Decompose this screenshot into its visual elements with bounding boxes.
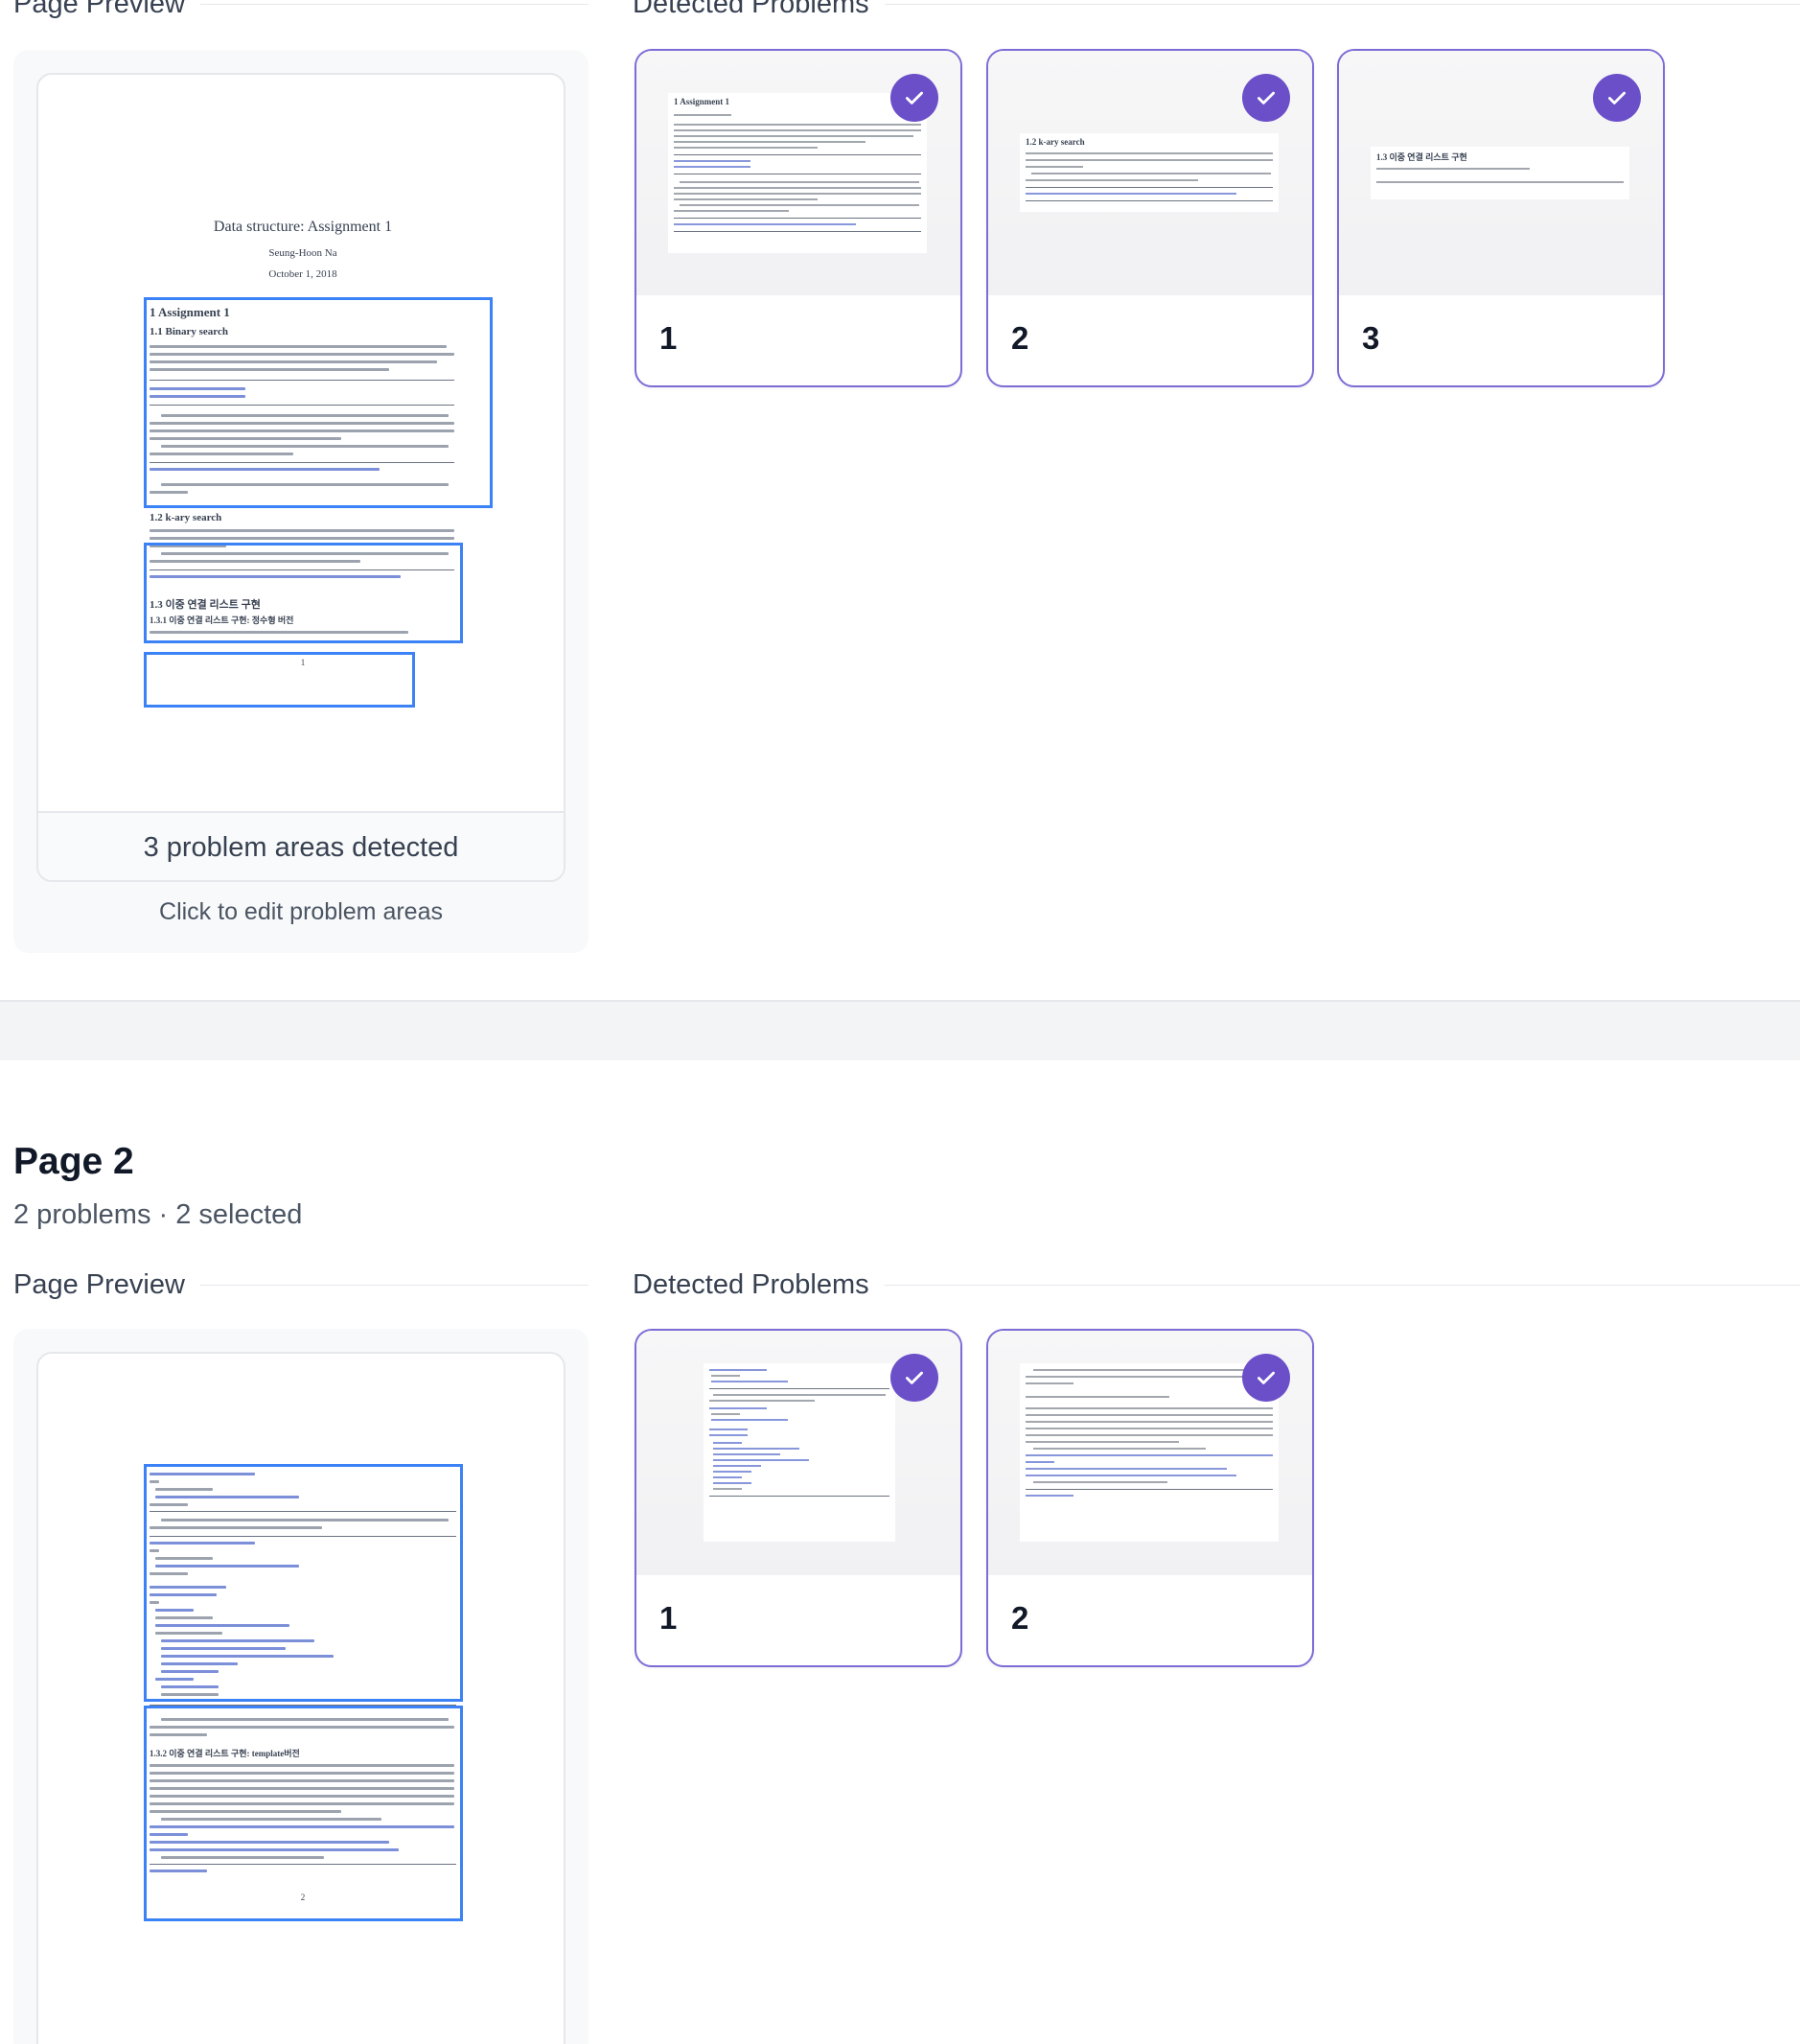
selected-check-icon[interactable] [1242,1354,1290,1402]
doc-title: Data structure: Assignment 1 [213,219,393,235]
problem-count-text: 3 problem areas detected [143,831,459,863]
detected-problems-header: Detected Problems [633,1269,1800,1301]
problem-thumbnail [1020,1363,1279,1542]
page-preview-panel: Data structure: Assignment 1 Seung-Hoon … [13,50,588,953]
page-problem-summary: 2 problems · 2 selected [13,1199,303,1230]
problem-number: 1 [659,320,678,356]
page-preview-header: Page Preview [13,1269,588,1301]
thumb-heading: 1.3 이중 연결 리스트 구현 [1376,152,1467,162]
problem-area-highlight-2[interactable] [144,543,463,643]
problem-card-2[interactable]: 1.2 k-ary search 2 [986,49,1314,387]
problem-card-1[interactable]: 1 Assignment 1 1 [635,49,962,387]
problem-card-3[interactable]: 1.3 이중 연결 리스트 구현 3 [1337,49,1665,387]
page-separator [0,1000,1800,1060]
thumb-heading: 1 Assignment 1 [674,97,730,106]
problem-area-highlight-2[interactable] [144,1706,463,1921]
selected-check-icon[interactable] [890,1354,938,1402]
selected-check-icon[interactable] [1593,74,1641,122]
page-preview-header: Page Preview [13,0,588,20]
page-title: Page 2 [13,1141,134,1182]
page-preview-card[interactable]: Data structure: Assignment 1 Seung-Hoon … [36,73,565,882]
header-rule [884,4,1800,5]
problem-thumbnail: 1.3 이중 연결 리스트 구현 [1371,147,1629,199]
problem-card-2[interactable]: 2 [986,1329,1314,1667]
page-preview-panel: 1.3.2 이중 연결 리스트 구현: template버전 2 [13,1329,588,2044]
header-rule [199,1285,588,1286]
problem-number: 3 [1362,320,1380,356]
detected-problems-header: Detected Problems [633,0,1800,20]
problem-number: 2 [1011,320,1029,356]
page-preview-label: Page Preview [13,1269,185,1300]
problem-card-1[interactable]: 1 [635,1329,962,1667]
problem-area-highlight-1[interactable] [144,1464,463,1702]
header-rule [199,4,588,5]
detected-problems-label: Detected Problems [633,0,869,19]
problem-thumbnail: 1.2 k-ary search [1020,133,1279,212]
detected-problems-label: Detected Problems [633,1269,869,1300]
problem-thumbnail: 1 Assignment 1 [668,93,927,253]
doc-heading-1-2: 1.2 k-ary search [150,512,222,523]
thumb-heading: 1.2 k-ary search [1026,137,1085,147]
selected-check-icon[interactable] [1242,74,1290,122]
preview-card-footer: 3 problem areas detected [38,811,564,880]
page-preview-card[interactable]: 1.3.2 이중 연결 리스트 구현: template버전 2 [36,1352,565,2044]
problem-area-highlight-3[interactable] [144,652,415,708]
selected-check-icon[interactable] [890,74,938,122]
header-rule [884,1285,1800,1286]
problem-number: 1 [659,1600,678,1636]
page-preview-label: Page Preview [13,0,185,19]
problem-number: 2 [1011,1600,1029,1636]
doc-date: October 1, 2018 [268,268,337,280]
problem-area-highlight-1[interactable] [144,297,493,508]
doc-author: Seung-Hoon Na [268,247,337,259]
problem-thumbnail [704,1363,895,1542]
edit-problem-areas-link[interactable]: Click to edit problem areas [13,898,588,926]
